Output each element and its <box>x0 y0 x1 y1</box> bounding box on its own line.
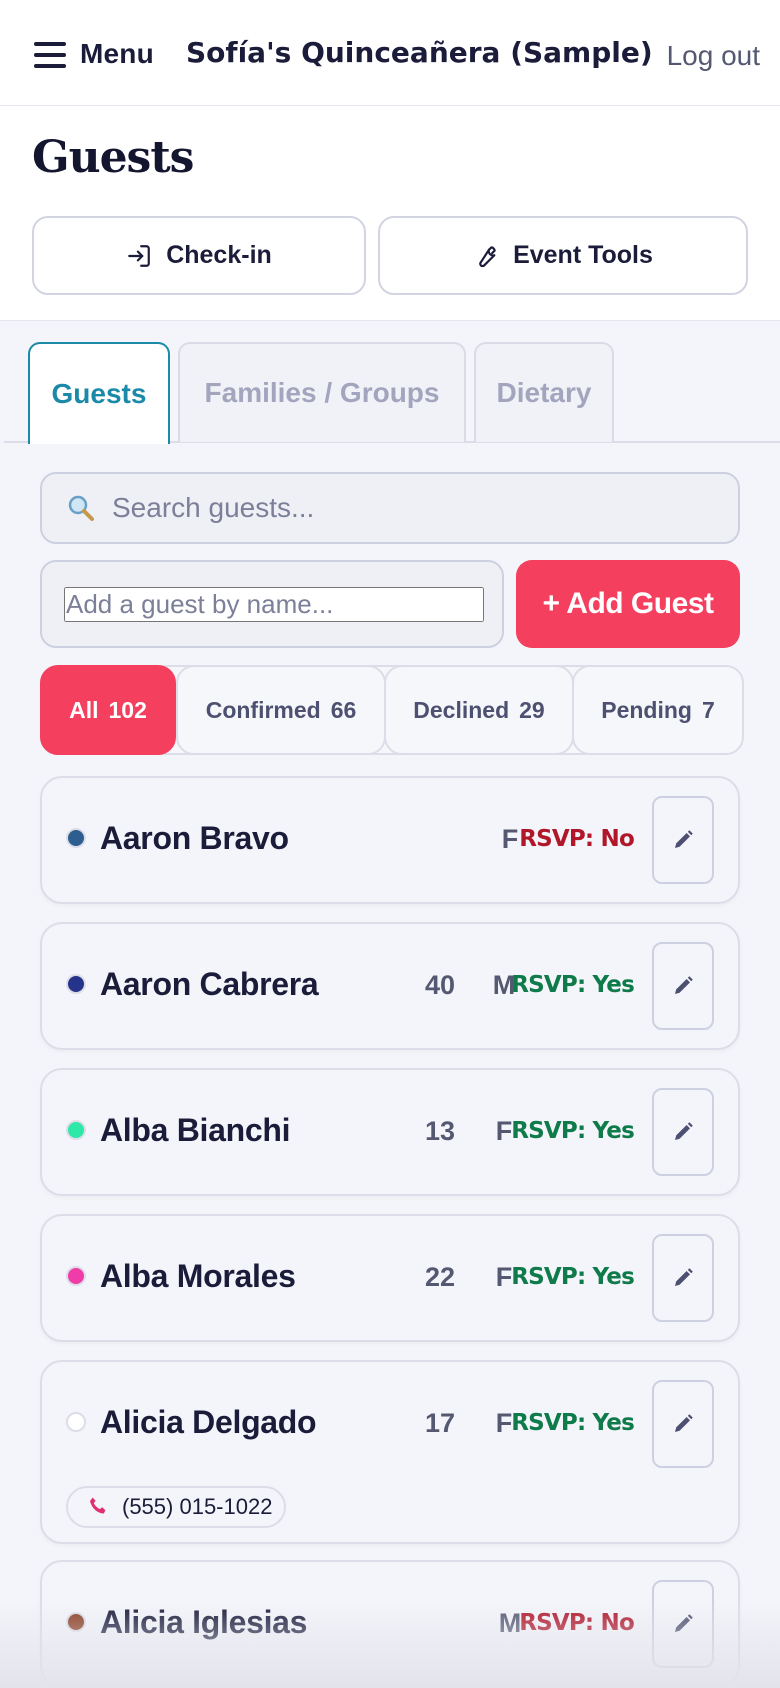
rsvp-status: RSVP: Yes <box>511 1118 635 1144</box>
guest-age: 40 <box>424 970 456 1000</box>
tab-dietary[interactable]: Dietary <box>474 342 614 442</box>
phone-number: (555) 015-1022 <box>122 1494 273 1519</box>
event-title: Sofía's Quinceañera (Sample) <box>186 36 653 69</box>
guest-card[interactable]: Aaron Bravo F RSVP: No <box>40 776 740 904</box>
guest-age: 17 <box>424 1408 456 1438</box>
filter-label: Confirmed <box>205 696 321 723</box>
pencil-icon <box>675 1414 693 1432</box>
search-input[interactable] <box>112 492 712 524</box>
tab-guests[interactable]: Guests <box>28 342 170 444</box>
rsvp-status: RSVP: No <box>519 826 635 852</box>
guest-card[interactable]: Aaron Cabrera 40 M RSVP: Yes <box>40 922 740 1050</box>
rsvp-status: RSVP: Yes <box>511 1264 635 1290</box>
page-title: Guests <box>32 132 194 183</box>
filter-declined[interactable]: Declined 29 <box>384 665 574 755</box>
event-tools-button[interactable]: Event Tools <box>378 216 748 295</box>
group-color-dot <box>66 1120 86 1140</box>
edit-guest-button[interactable] <box>652 942 714 1030</box>
group-color-dot <box>66 828 86 848</box>
pencil-icon <box>675 1614 693 1632</box>
guest-card[interactable]: Alicia Iglesias M RSVP: No <box>40 1560 740 1688</box>
rsvp-status: RSVP: Yes <box>511 972 635 998</box>
phone-chip[interactable]: (555) 015-1022 <box>66 1486 286 1528</box>
edit-guest-button[interactable] <box>652 1580 714 1668</box>
group-color-dot <box>66 1612 86 1632</box>
add-guest-input[interactable] <box>64 586 484 622</box>
tab-families-groups[interactable]: Families / Groups <box>178 342 466 442</box>
search-box <box>40 472 740 544</box>
guest-name[interactable]: Alicia Iglesias <box>100 1604 307 1641</box>
filter-label: Declined <box>413 696 510 723</box>
menu-label: Menu <box>80 38 154 69</box>
top-nav-bar: Menu Sofía's Quinceañera (Sample) Log ou… <box>0 0 780 106</box>
magnifier-icon <box>68 495 94 521</box>
login-arrow-icon <box>128 244 151 267</box>
edit-guest-button[interactable] <box>652 1234 714 1322</box>
pencil-icon <box>675 976 693 994</box>
check-in-label: Check-in <box>166 241 272 269</box>
rsvp-filter-group: All 102 Confirmed 66 Declined 29 Pending 7 <box>40 665 744 755</box>
edit-guest-button[interactable] <box>652 796 714 884</box>
guest-card[interactable]: Alicia Delgado 17 F RSVP: Yes (555) 015-1022 <box>40 1360 740 1544</box>
group-color-dot <box>66 1412 86 1432</box>
filter-count: 102 <box>108 696 147 723</box>
filter-label: Pending <box>601 696 692 723</box>
add-guest-field-wrapper <box>40 560 504 648</box>
guest-name[interactable]: Aaron Cabrera <box>100 966 319 1003</box>
group-color-dot <box>66 1266 86 1286</box>
guest-name[interactable]: Alba Morales <box>100 1258 296 1295</box>
guest-name[interactable]: Aaron Bravo <box>100 820 289 857</box>
filter-pending[interactable]: Pending 7 <box>572 665 744 755</box>
guest-name[interactable]: Alicia Delgado <box>100 1404 317 1441</box>
wrench-icon <box>479 245 496 267</box>
pencil-icon <box>675 1122 693 1140</box>
group-color-dot <box>66 974 86 994</box>
check-in-button[interactable]: Check-in <box>32 216 366 295</box>
tab-bar: Guests Families / Groups Dietary <box>4 321 780 444</box>
guest-age: 22 <box>424 1262 456 1292</box>
pencil-icon <box>675 1268 693 1286</box>
filter-label: All <box>69 696 99 723</box>
logout-link[interactable]: Log out <box>667 40 760 72</box>
pencil-icon <box>675 830 693 848</box>
filter-all[interactable]: All 102 <box>40 665 176 755</box>
event-tools-label: Event Tools <box>513 241 653 269</box>
guest-name[interactable]: Alba Bianchi <box>100 1112 291 1149</box>
filter-confirmed[interactable]: Confirmed 66 <box>176 665 386 755</box>
filter-count: 7 <box>701 696 715 723</box>
guest-age: 13 <box>424 1116 456 1146</box>
rsvp-status: RSVP: No <box>519 1610 635 1636</box>
guest-card[interactable]: Alba Bianchi 13 F RSVP: Yes <box>40 1068 740 1196</box>
edit-guest-button[interactable] <box>652 1088 714 1176</box>
filter-count: 29 <box>519 696 545 723</box>
phone-icon <box>90 1497 106 1514</box>
page-header: Guests Check-in Event Tools <box>0 106 780 321</box>
filter-count: 66 <box>330 696 357 723</box>
hamburger-icon <box>34 39 66 69</box>
add-guest-button[interactable]: + Add Guest <box>516 560 740 648</box>
edit-guest-button[interactable] <box>652 1380 714 1468</box>
guest-card[interactable]: Alba Morales 22 F RSVP: Yes <box>40 1214 740 1342</box>
menu-button[interactable]: Menu <box>34 38 154 70</box>
rsvp-status: RSVP: Yes <box>511 1410 635 1436</box>
